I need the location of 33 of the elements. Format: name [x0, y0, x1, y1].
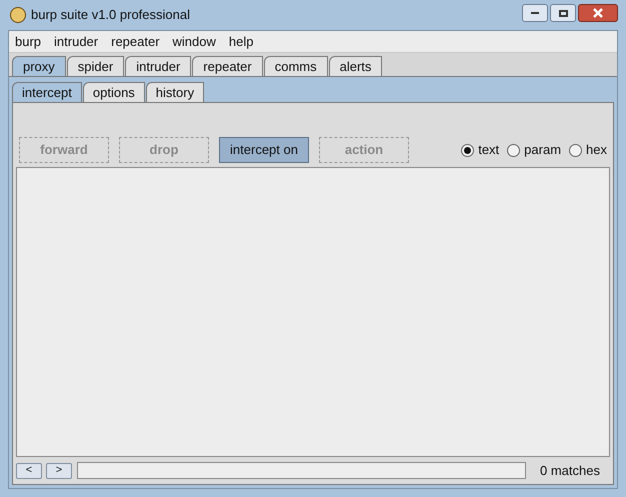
tab[interactable]: comms	[264, 56, 328, 76]
search-field[interactable]	[77, 462, 526, 479]
radio-label: param	[524, 141, 562, 160]
next-button[interactable]: >	[46, 462, 72, 478]
tab[interactable]: options	[82, 82, 145, 102]
radio-label: text	[478, 141, 500, 160]
radio-button[interactable]	[461, 144, 474, 156]
minimize-icon	[531, 12, 539, 14]
app-logo-icon	[10, 7, 26, 23]
tab[interactable]: history	[146, 82, 204, 102]
window-title: burp suite v1.0 professional	[31, 6, 190, 24]
close-button[interactable]	[578, 4, 618, 22]
radio-button[interactable]	[507, 144, 520, 156]
tab[interactable]: spider	[66, 56, 124, 76]
maximize-icon	[558, 10, 568, 16]
menu-item[interactable]: repeater	[111, 32, 160, 52]
menu-item[interactable]: help	[228, 32, 254, 52]
menu-item[interactable]: burp	[15, 32, 42, 52]
toolbar-button[interactable]: intercept on	[219, 137, 309, 163]
minimize-button[interactable]	[522, 4, 548, 22]
menu-item[interactable]: window	[172, 32, 216, 52]
tab[interactable]: intruder	[125, 56, 192, 76]
menu-item[interactable]: intruder	[54, 32, 98, 52]
tab[interactable]: alerts	[328, 56, 382, 76]
close-icon	[593, 8, 603, 18]
radio-button[interactable]	[569, 144, 582, 156]
match-count: 0 matches	[539, 462, 601, 480]
tab[interactable]: proxy	[12, 56, 66, 76]
radio-label: hex	[586, 141, 607, 160]
previous-button[interactable]: <	[16, 462, 42, 478]
tab[interactable]: intercept	[12, 82, 82, 102]
tab[interactable]: repeater	[192, 56, 263, 76]
maximize-button[interactable]	[550, 4, 576, 22]
